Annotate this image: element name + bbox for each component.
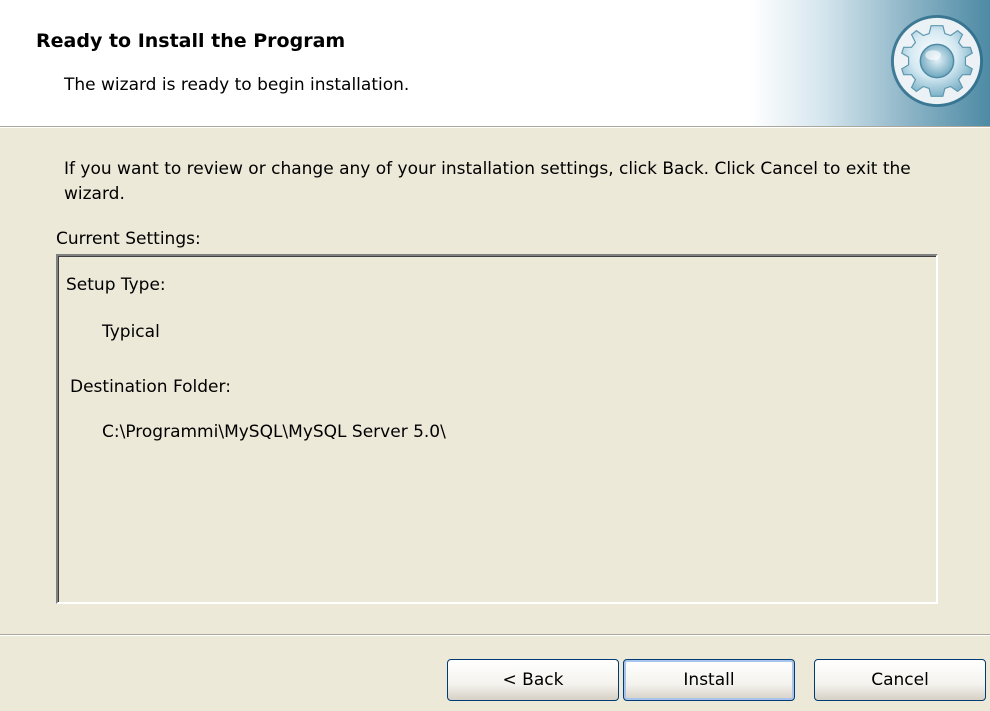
install-button[interactable]: Install	[623, 659, 795, 701]
instructions-text: If you want to review or change any of y…	[64, 159, 911, 204]
current-settings-label: Current Settings:	[56, 229, 201, 249]
header-separator	[0, 126, 990, 128]
header-banner: Ready to Install the Program The wizard …	[0, 0, 990, 126]
setup-type-label: Setup Type:	[66, 275, 166, 295]
page-title: Ready to Install the Program	[36, 30, 346, 52]
page-subtitle: The wizard is ready to begin installatio…	[64, 75, 410, 95]
destination-folder-value: C:\Programmi\MySQL\MySQL Server 5.0\	[102, 422, 446, 442]
footer-separator	[0, 634, 990, 636]
back-button[interactable]: < Back	[447, 659, 619, 701]
setup-type-value: Typical	[102, 322, 160, 342]
settings-summary-box[interactable]: Setup Type: Typical Destination Folder: …	[56, 254, 938, 604]
cancel-button[interactable]: Cancel	[814, 659, 986, 701]
gear-icon	[890, 14, 984, 108]
destination-folder-label: Destination Folder:	[70, 377, 231, 397]
